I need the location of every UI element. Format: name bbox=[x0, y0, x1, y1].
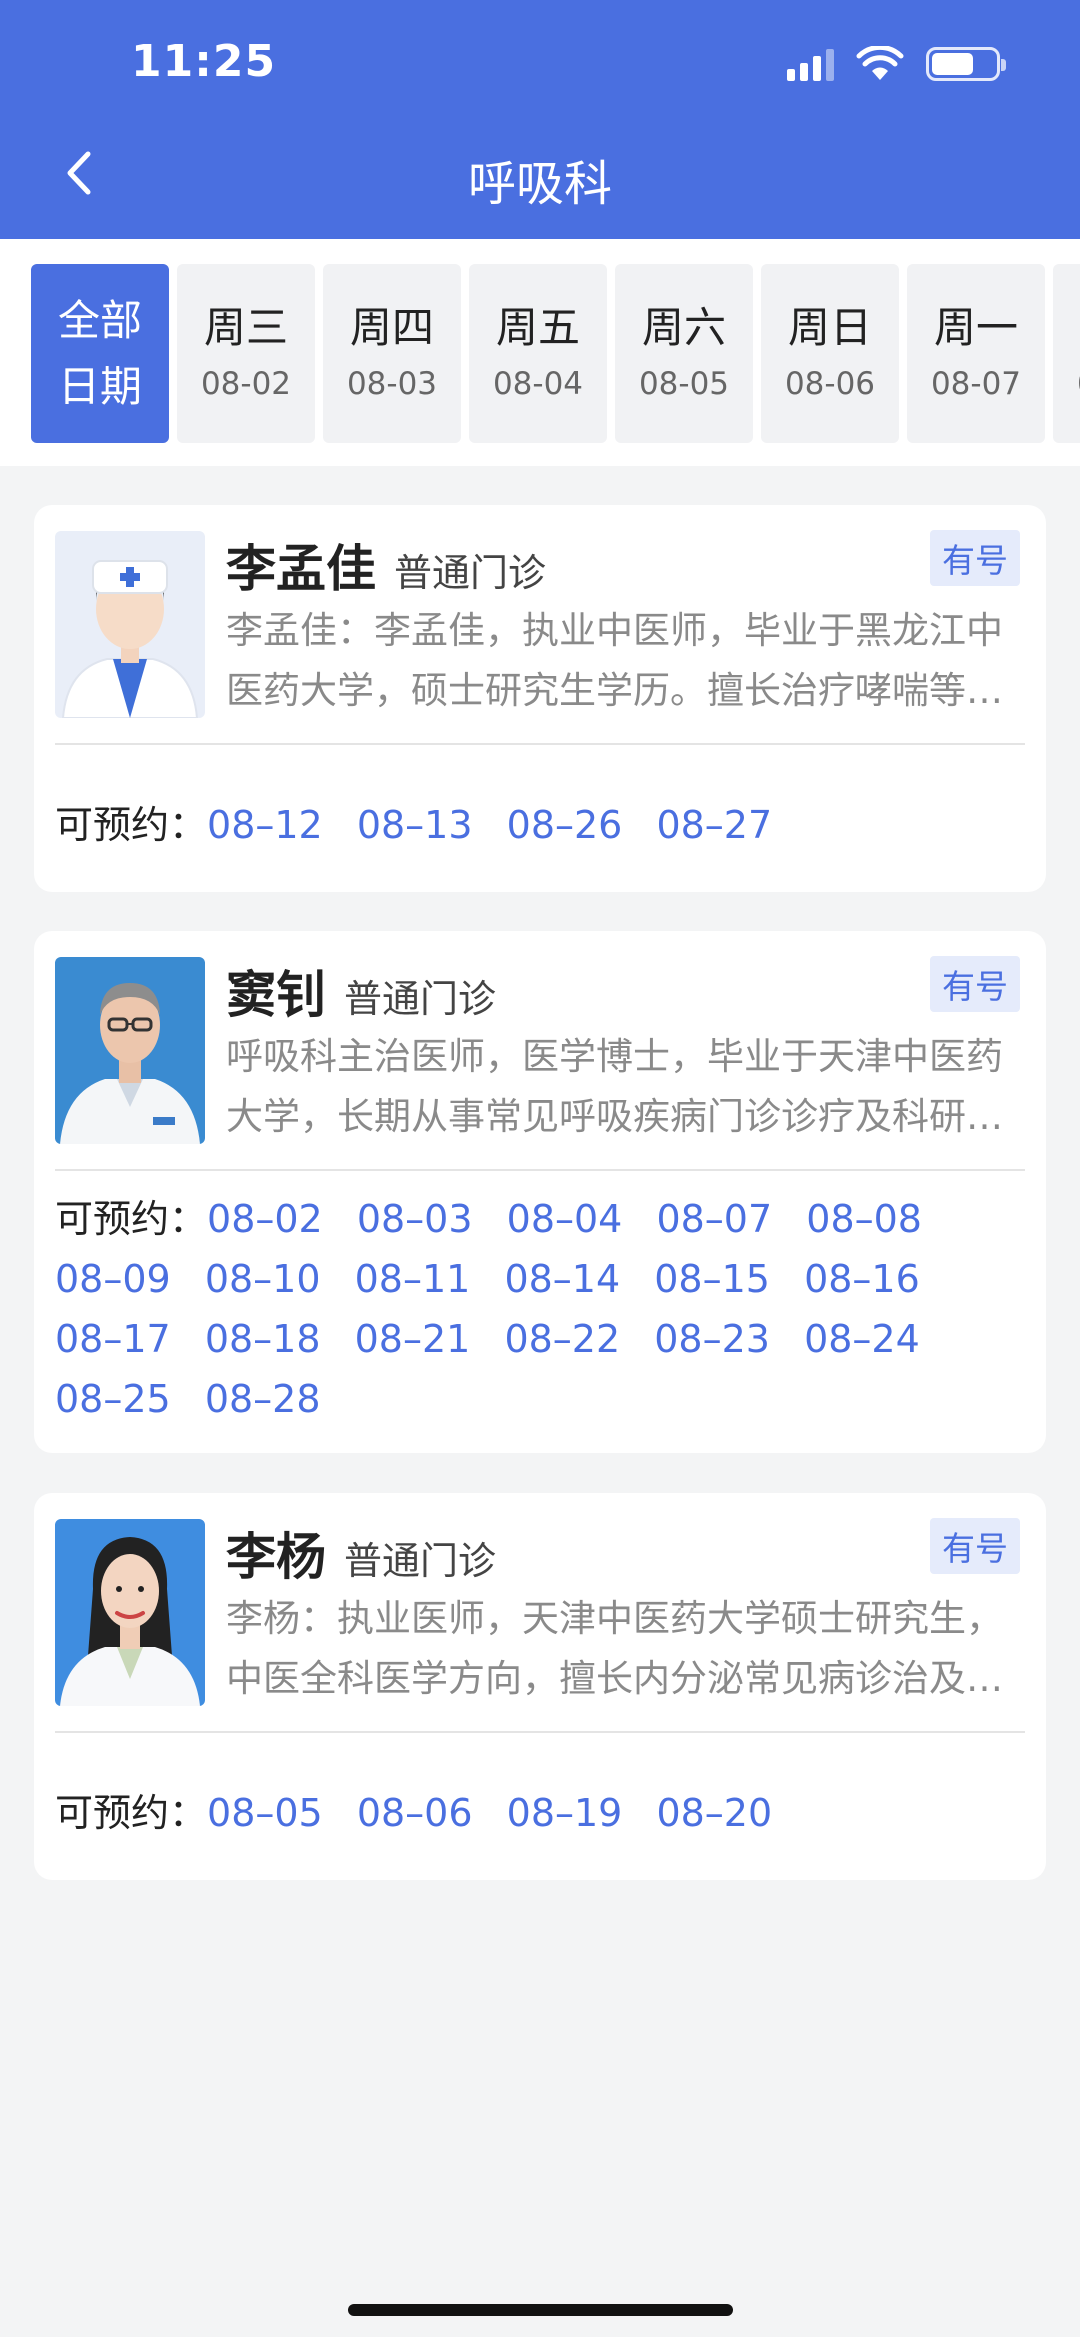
available-label: 可预约： bbox=[55, 1197, 208, 1241]
available-date-link[interactable]: 08–24 bbox=[804, 1317, 920, 1361]
doctor-cartoon-icon bbox=[55, 531, 205, 718]
battery-icon bbox=[926, 47, 1006, 81]
doctor-photo-female bbox=[55, 1519, 205, 1706]
date-chip-weekday: 周一 bbox=[933, 303, 1018, 353]
availability-badge: 有号 bbox=[930, 530, 1020, 586]
date-chip[interactable]: 周日 08-06 bbox=[761, 264, 899, 443]
available-date-link[interactable]: 08–17 bbox=[55, 1317, 171, 1361]
available-date-link[interactable]: 08–21 bbox=[355, 1317, 471, 1361]
doctor-card[interactable]: 李杨 普通门诊 有号李杨：执业医师，天津中医药大学硕士研究生，中医全科医学方向，擅长… bbox=[34, 1493, 1046, 1880]
page-title: 呼吸科 bbox=[467, 156, 612, 212]
date-chip-weekday: 周日 bbox=[787, 303, 872, 353]
available-date-link[interactable]: 08–06 bbox=[357, 1791, 473, 1835]
doctor-name-row: 李杨 普通门诊 bbox=[226, 1517, 496, 1589]
wifi-icon bbox=[856, 46, 904, 80]
all-dates-label: 全部 日期 bbox=[58, 288, 142, 418]
available-date-link[interactable]: 08–25 bbox=[55, 1377, 171, 1421]
card-divider bbox=[55, 743, 1025, 745]
available-date-link[interactable]: 08–02 bbox=[207, 1197, 323, 1241]
clinic-type: 普通门诊 bbox=[344, 1539, 497, 1583]
available-date-link[interactable]: 08–08 bbox=[806, 1197, 922, 1241]
date-chip-date: 08-07 bbox=[930, 366, 1022, 403]
doctor-name: 窦钊 bbox=[226, 966, 326, 1024]
date-chip-date: 08-05 bbox=[638, 366, 730, 403]
date-chip-weekday: 周四 bbox=[349, 303, 434, 353]
clinic-type: 普通门诊 bbox=[394, 551, 547, 595]
available-date-link[interactable]: 08–13 bbox=[357, 803, 473, 847]
doctor-photo-male bbox=[55, 957, 205, 1144]
available-date-link[interactable]: 08–07 bbox=[656, 1197, 772, 1241]
available-date-link[interactable]: 08–22 bbox=[504, 1317, 620, 1361]
available-date-link[interactable]: 08–28 bbox=[205, 1377, 321, 1421]
doctor-avatar bbox=[55, 531, 205, 718]
all-dates-line2: 日期 bbox=[57, 361, 142, 411]
doctor-description: 李孟佳：李孟佳，执业中医师，毕业于黑龙江中医药大学，硕士研究生学历。擅长治疗哮喘… bbox=[226, 609, 1003, 712]
date-chip[interactable]: 周六 08-05 bbox=[615, 264, 753, 443]
available-date-link[interactable]: 08–27 bbox=[656, 803, 772, 847]
status-icons bbox=[787, 44, 1006, 84]
available-date-link[interactable]: 08–23 bbox=[654, 1317, 770, 1361]
available-date-link[interactable]: 08–20 bbox=[656, 1791, 772, 1835]
available-date-link[interactable]: 08–04 bbox=[507, 1197, 623, 1241]
available-date-link[interactable]: 08–11 bbox=[355, 1257, 471, 1301]
date-chip[interactable]: 周三 08-02 bbox=[177, 264, 315, 443]
date-chip-all[interactable]: 全部 日期 bbox=[31, 264, 169, 443]
all-dates-line1: 全部 bbox=[57, 296, 142, 346]
signal-icon bbox=[787, 47, 834, 81]
available-dates: 可预约：08–12 08–13 08–26 08–27 bbox=[55, 795, 1035, 855]
available-dates: 可预约：08–02 08–03 08–04 08–07 08–08 08–09 … bbox=[55, 1189, 1035, 1429]
available-date-link[interactable]: 08–19 bbox=[507, 1791, 623, 1835]
date-chip[interactable]: 周一 08-07 bbox=[907, 264, 1045, 443]
date-chip-date: 08-06 bbox=[784, 366, 876, 403]
doctor-name: 李孟佳 bbox=[226, 540, 376, 598]
card-divider bbox=[55, 1731, 1025, 1733]
home-indicator bbox=[348, 2304, 733, 2316]
status-time: 11:25 bbox=[131, 36, 277, 87]
date-chip-date: 08-03 bbox=[346, 366, 438, 403]
doctor-avatar bbox=[55, 957, 205, 1144]
date-chip[interactable]: 周五 08-04 bbox=[469, 264, 607, 443]
available-date-link[interactable]: 08–26 bbox=[507, 803, 623, 847]
doctor-description: 李杨：执业医师，天津中医药大学硕士研究生，中医全科医学方向，擅长内分泌常见病诊治… bbox=[226, 1597, 1003, 1700]
available-date-link[interactable]: 08–15 bbox=[654, 1257, 770, 1301]
available-date-link[interactable]: 08–16 bbox=[804, 1257, 920, 1301]
availability-badge: 有号 bbox=[930, 1518, 1020, 1574]
available-date-link[interactable]: 08–18 bbox=[205, 1317, 321, 1361]
available-date-link[interactable]: 08–14 bbox=[504, 1257, 620, 1301]
date-filter-row: 全部 日期 周三 08-02 周四 08-03 周五 08-04 周六 08-05 周日 08-0… bbox=[31, 264, 1080, 443]
date-chip-weekday: 周五 bbox=[495, 303, 580, 353]
doctor-description: 呼吸科主治医师，医学博士，毕业于天津中医药大学，长期从事常见呼吸疾病门诊诊疗及科… bbox=[226, 1035, 1003, 1138]
date-chip[interactable]: 周二08-08 bbox=[1053, 264, 1080, 443]
doctor-name-row: 窦钊 普通门诊 bbox=[226, 955, 496, 1027]
clinic-type: 普通门诊 bbox=[344, 977, 497, 1021]
doctor-name-row: 李孟佳 普通门诊 bbox=[226, 529, 546, 601]
available-date-link[interactable]: 08–05 bbox=[207, 1791, 323, 1835]
date-chip-weekday: 周三 bbox=[203, 303, 288, 353]
available-date-link[interactable]: 08–03 bbox=[357, 1197, 473, 1241]
date-chip-date: 08-02 bbox=[200, 366, 292, 403]
available-date-link[interactable]: 08–09 bbox=[55, 1257, 171, 1301]
available-label: 可预约： bbox=[55, 803, 208, 847]
doctor-card[interactable]: 李孟佳 普通门诊 有号李孟佳：李孟佳，执业中医师，毕业于黑龙江中医药大学，硕士研究生… bbox=[34, 505, 1046, 892]
date-chip-weekday: 周六 bbox=[641, 303, 726, 353]
date-chip-date: 08-04 bbox=[492, 366, 584, 403]
available-date-link[interactable]: 08–12 bbox=[207, 803, 323, 847]
doctor-avatar bbox=[55, 1519, 205, 1706]
available-dates: 可预约：08–05 08–06 08–19 08–20 bbox=[55, 1783, 1035, 1843]
date-chip[interactable]: 周四 08-03 bbox=[323, 264, 461, 443]
date-filter-bar: 全部 日期 周三 08-02 周四 08-03 周五 08-04 周六 08-05 周日 08-0… bbox=[0, 239, 1080, 466]
doctor-card[interactable]: 窦钊 普通门诊 有号呼吸科主治医师，医学博士，毕业于天津中医药大学，长期从事常见呼吸… bbox=[34, 931, 1046, 1453]
available-label: 可预约： bbox=[55, 1791, 208, 1835]
app-header: 11:25 呼吸科 bbox=[0, 0, 1080, 239]
doctor-name: 李杨 bbox=[226, 1528, 326, 1586]
card-divider bbox=[55, 1169, 1025, 1171]
available-date-link[interactable]: 08–10 bbox=[205, 1257, 321, 1301]
availability-badge: 有号 bbox=[930, 956, 1020, 1012]
